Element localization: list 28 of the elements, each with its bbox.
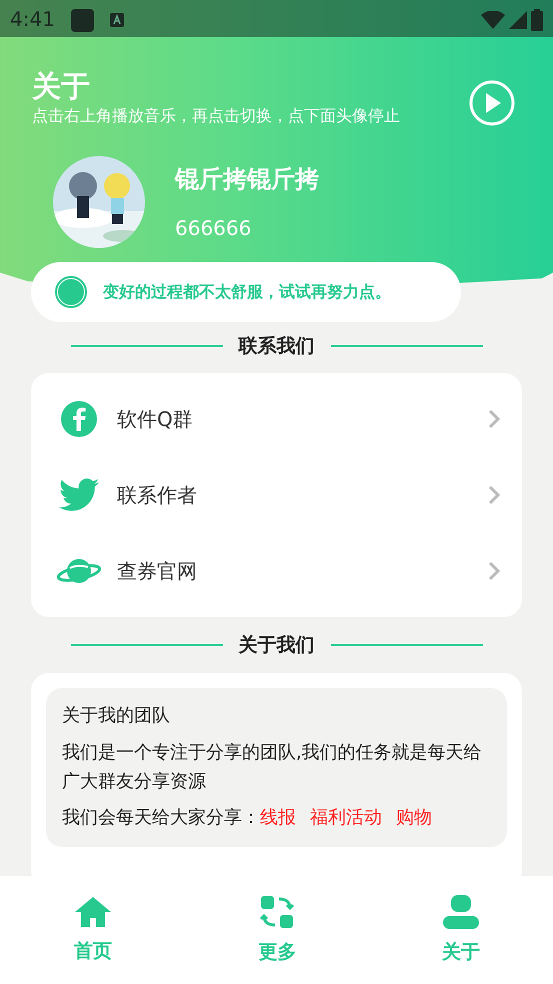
user-id: 666666 — [175, 214, 252, 242]
highlight-text: 线报 — [260, 807, 296, 828]
contact-row[interactable]: 软件Q群 — [31, 380, 522, 456]
paragraph: 我们会每天给大家分享： — [62, 807, 260, 828]
chevron-icon — [488, 560, 500, 580]
chevron-icon — [488, 408, 500, 428]
swap-icon — [259, 894, 296, 930]
motto-text: 变好的过程都不太舒服，试试再努力点。 — [103, 281, 391, 303]
contact-row[interactable]: 查券官网 — [31, 532, 522, 608]
chevron-icon — [488, 484, 500, 504]
section-title: 关于我们 — [238, 632, 314, 658]
person-icon — [442, 894, 480, 930]
row-label: 查券官网 — [117, 558, 197, 584]
bird-icon — [57, 478, 101, 512]
status-time: 4:41 — [10, 6, 55, 32]
highlight-text: 福利活动 — [310, 807, 382, 828]
highlight-text: 购物 — [396, 807, 432, 828]
contact-row[interactable]: 联系作者 — [31, 456, 522, 532]
paragraph: 关于我的团队 — [62, 704, 171, 728]
row-label: 联系作者 — [117, 482, 197, 508]
page-title: 关于 — [32, 69, 91, 104]
row-label: 软件Q群 — [117, 406, 193, 432]
section-title: 联系我们 — [238, 334, 314, 359]
paragraph: 我们是一个专注于分享的团队,我们的任务就是每天给广大群友分享资源 — [62, 740, 483, 794]
hint-text: 点击右上角播放音乐，再点击切换，点下面头像停止 — [32, 104, 400, 127]
user-name: 锟斤拷锟斤拷 — [175, 164, 319, 195]
home-icon — [72, 894, 113, 929]
ring-icon — [55, 276, 87, 308]
